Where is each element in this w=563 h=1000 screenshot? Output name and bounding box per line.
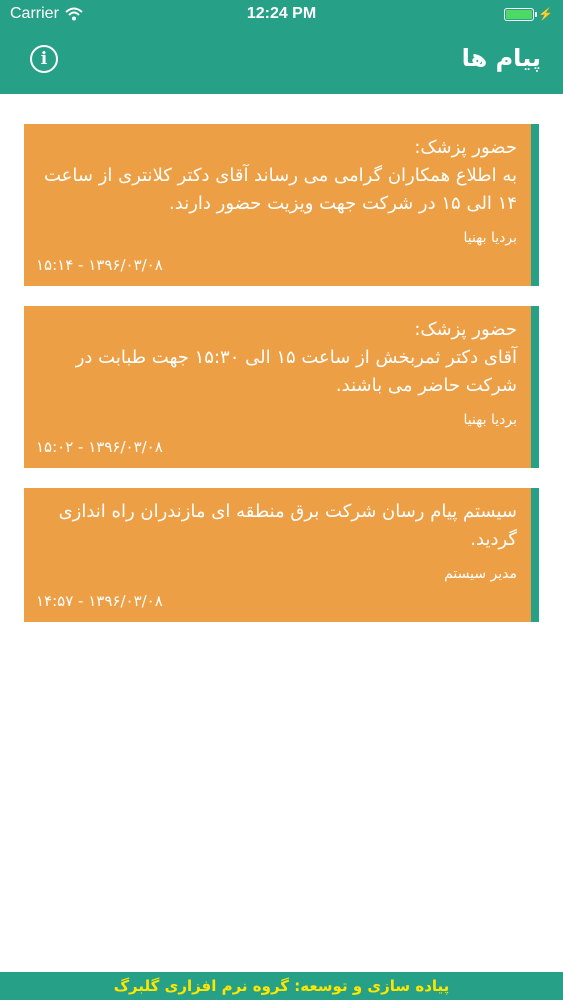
battery-icon [504,7,538,21]
message-card[interactable]: حضور پزشک: به اطلاع همکاران گرامی می رسا… [24,124,539,286]
charging-bolt-icon: ⚡ [538,7,553,21]
clock: 12:24 PM [246,5,317,22]
message-date: ۱۵:۰۲ - ۱۳۹۶/۰۳/۰۸ [36,438,163,456]
message-text: حضور پزشک: به اطلاع همکاران گرامی می رسا… [43,137,517,214]
message-sender: بردیا بهنیا [463,412,517,428]
message-card[interactable]: حضور پزشک: آقای دکتر ثمربخش از ساعت ۱۵ ا… [24,306,539,468]
status-bar: Carrier 12:24 PM ⚡ [0,0,563,30]
message-card[interactable]: سیستم پیام رسان شرکت برق منطقه ای مازندر… [24,488,539,622]
message-list: حضور پزشک: به اطلاع همکاران گرامی می رسا… [24,124,539,642]
battery-indicator: ⚡ [504,7,553,21]
message-date: ۱۵:۱۴ - ۱۳۹۶/۰۳/۰۸ [36,256,163,274]
message-date: ۱۴:۵۷ - ۱۳۹۶/۰۳/۰۸ [36,592,163,610]
info-icon[interactable]: i [30,45,58,73]
message-sender: مدیر سیستم [444,566,517,582]
message-sender: بردیا بهنیا [463,230,517,246]
page-title: پیام ها [461,44,541,72]
footer-credit: پیاده سازی و توسعه: گروه نرم افزاری گلبر… [0,972,563,1000]
message-text: حضور پزشک: آقای دکتر ثمربخش از ساعت ۱۵ ا… [75,319,517,396]
nav-bar: i پیام ها [0,30,563,94]
message-text: سیستم پیام رسان شرکت برق منطقه ای مازندر… [58,501,517,550]
